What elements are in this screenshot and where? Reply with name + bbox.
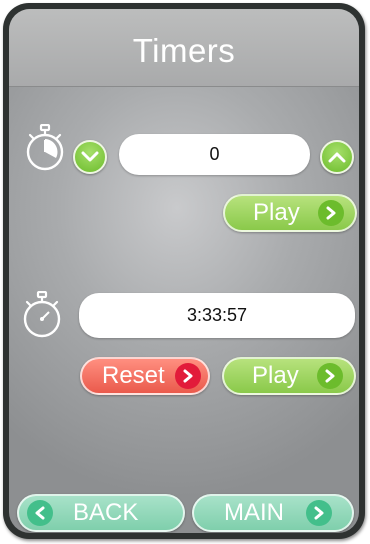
timer-2-play-button[interactable]: Play — [222, 357, 356, 395]
back-label: BACK — [73, 499, 139, 526]
chevron-up-icon — [328, 152, 346, 163]
reset-button[interactable]: Reset — [80, 357, 210, 395]
chevron-left-icon — [27, 500, 53, 526]
back-button[interactable]: BACK — [17, 494, 185, 532]
play-label: Play — [252, 362, 299, 389]
title-bar: Timers — [9, 9, 359, 87]
main-label: MAIN — [224, 499, 284, 526]
timer-2-value: 3:33:57 — [186, 305, 248, 325]
timer-1-display[interactable]: 0 — [119, 134, 310, 175]
stopwatch-icon — [26, 124, 64, 171]
page-title: Timers — [132, 31, 236, 69]
stopwatch-icon — [23, 291, 61, 338]
chevron-right-icon — [316, 363, 343, 389]
app-screen: Timers 0 Play 3:33:57 Reset Play BACK MA… — [9, 9, 359, 533]
main-button[interactable]: MAIN — [192, 494, 354, 532]
chevron-right-icon — [174, 363, 201, 389]
chevron-right-icon — [317, 200, 344, 226]
increase-button[interactable] — [320, 140, 354, 174]
timer-1-value: 0 — [209, 144, 220, 164]
play-label: Play — [253, 199, 300, 226]
chevron-down-icon — [81, 151, 99, 162]
device-frame: Timers 0 Play 3:33:57 Reset Play BACK MA… — [3, 3, 365, 539]
timer-1-play-button[interactable]: Play — [223, 194, 357, 232]
reset-label: Reset — [102, 362, 165, 389]
chevron-right-icon — [306, 500, 332, 526]
decrease-button[interactable] — [73, 140, 107, 174]
timer-2-display[interactable]: 3:33:57 — [79, 293, 355, 338]
